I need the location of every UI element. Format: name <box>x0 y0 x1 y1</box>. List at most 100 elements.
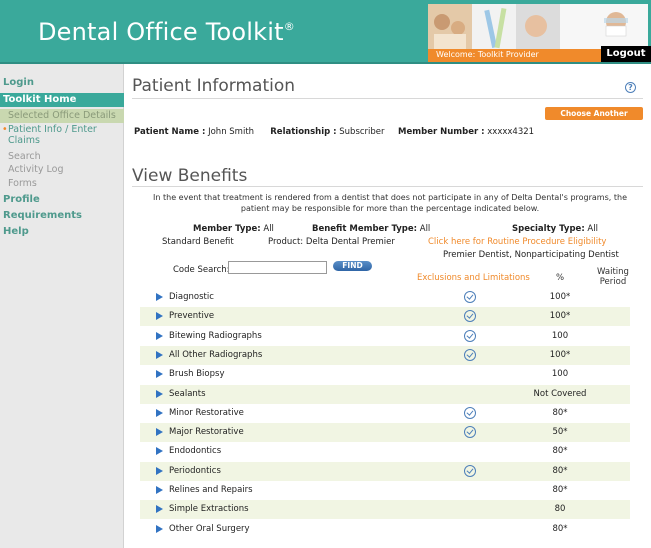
code-search-input[interactable] <box>228 261 327 274</box>
expand-arrow-icon[interactable] <box>156 466 163 475</box>
table-row[interactable]: Preventive 100* <box>140 307 630 327</box>
table-row[interactable]: Endodontics 80* <box>140 442 630 461</box>
product-label: Product: Delta Dental Premier <box>268 237 395 247</box>
code-search-label: Code Search: <box>173 265 230 275</box>
sidebar-item-toolkit-home[interactable]: Toolkit Home <box>0 93 124 107</box>
expand-arrow-icon[interactable] <box>156 389 163 398</box>
coverage-percent: 100* <box>549 292 571 302</box>
sidebar-item-login[interactable]: Login <box>0 77 124 88</box>
expand-arrow-icon[interactable] <box>156 428 163 437</box>
col-header-exclusions: Exclusions and Limitations <box>417 273 530 283</box>
benefit-category-name[interactable]: Simple Extractions <box>169 504 249 514</box>
table-row[interactable]: Relines and Repairs 80* <box>140 481 630 500</box>
benefit-category-name[interactable]: Diagnostic <box>169 292 214 302</box>
exclusions-check-icon[interactable] <box>464 406 476 419</box>
benefit-category-name[interactable]: Brush Biopsy <box>169 369 224 379</box>
expand-arrow-icon[interactable] <box>156 486 163 494</box>
sidebar-item-search[interactable]: Search <box>0 151 124 162</box>
disclaimer-text: In the event that treatment is rendered … <box>153 193 627 213</box>
benefit-category-name[interactable]: Other Oral Surgery <box>169 524 250 534</box>
benefit-category-name[interactable]: Minor Restorative <box>169 408 244 418</box>
member-type-label: Member Type: <box>193 224 261 234</box>
sidebar-item-patient-info[interactable]: • Patient Info / Enter Claims <box>0 124 124 146</box>
coverage-percent: 100* <box>549 349 571 360</box>
logout-button[interactable]: Logout <box>601 46 651 62</box>
choose-another-patient-button[interactable]: Choose Another Patient <box>545 107 643 131</box>
exclusions-check-icon[interactable] <box>464 348 476 361</box>
exclusions-check-icon[interactable] <box>464 329 476 342</box>
table-row[interactable]: Other Oral Surgery 80* <box>140 520 630 539</box>
specialty-type-value: All <box>587 224 598 234</box>
sidebar-item-patient-info-label: Patient Info / Enter Claims <box>8 124 97 146</box>
table-row[interactable]: All Other Radiographs 100* <box>140 345 630 365</box>
exclusions-check-icon[interactable] <box>464 310 476 323</box>
coverage-percent: 50* <box>552 427 568 438</box>
sidebar-item-selected-office-details[interactable]: Selected Office Details <box>0 109 124 123</box>
member-type-value: All <box>263 224 274 234</box>
sidebar-item-requirements[interactable]: Requirements <box>0 210 124 221</box>
expand-arrow-icon[interactable] <box>156 312 163 321</box>
sidebar-item-forms[interactable]: Forms <box>0 178 124 189</box>
patient-summary: Patient Name : John Smith Relationship :… <box>134 127 534 137</box>
expand-arrow-icon[interactable] <box>156 350 163 359</box>
benefit-category-name[interactable]: Periodontics <box>169 466 221 476</box>
relationship-label: Relationship : <box>270 127 337 137</box>
coverage-percent: 80* <box>552 523 568 534</box>
table-row[interactable]: Periodontics 80* <box>140 461 630 481</box>
member-number-value: xxxxx4321 <box>487 127 535 137</box>
benefit-member-type-value: All <box>419 224 431 234</box>
coverage-percent: 100 <box>551 369 569 380</box>
benefit-category-name[interactable]: Sealants <box>169 389 206 399</box>
member-number-label: Member Number : <box>398 127 485 137</box>
table-row[interactable]: Diagnostic 100* <box>140 288 630 307</box>
expand-arrow-icon[interactable] <box>156 370 163 379</box>
page-title: Patient Information <box>132 76 296 96</box>
coverage-percent: Not Covered <box>533 388 587 399</box>
coverage-percent: 100 <box>551 330 569 341</box>
specialty-type-label: Specialty Type: <box>512 224 585 234</box>
table-row[interactable]: Simple Extractions 80 <box>140 500 630 520</box>
find-button[interactable]: FIND <box>333 261 372 271</box>
app-title-text: Dental Office Toolkit <box>38 18 284 46</box>
coverage-percent: 80* <box>552 407 568 418</box>
header-photo-strip <box>428 4 648 52</box>
expand-arrow-icon[interactable] <box>156 505 163 514</box>
table-row[interactable]: Bitewing Radiographs 100 <box>140 327 630 346</box>
col-header-waiting-period: Waiting Period <box>597 267 629 287</box>
exclusions-check-icon[interactable] <box>464 426 476 439</box>
coverage-percent: 100* <box>549 311 571 322</box>
network-label: Premier Dentist, Nonparticipating Dentis… <box>443 250 619 260</box>
benefit-category-name[interactable]: Preventive <box>169 311 214 321</box>
routine-eligibility-link[interactable]: Click here for Routine Procedure Eligibi… <box>428 237 606 247</box>
benefit-category-name[interactable]: Major Restorative <box>169 427 244 437</box>
table-row[interactable]: Minor Restorative 80* <box>140 404 630 423</box>
coverage-percent: 80 <box>554 504 566 515</box>
table-row[interactable]: Sealants Not Covered <box>140 384 630 404</box>
section-divider <box>132 186 643 187</box>
title-divider <box>132 98 643 99</box>
benefit-member-type: Benefit Member Type: All <box>312 224 430 234</box>
patient-name-label: Patient Name : <box>134 127 206 137</box>
help-icon[interactable]: ? <box>625 82 636 93</box>
expand-arrow-icon[interactable] <box>156 408 163 417</box>
benefit-category-name[interactable]: Bitewing Radiographs <box>169 331 262 341</box>
sidebar-item-activity-log[interactable]: Activity Log <box>0 164 124 175</box>
coverage-percent: 80* <box>552 446 568 457</box>
benefit-category-name[interactable]: Relines and Repairs <box>169 485 253 495</box>
expand-arrow-icon[interactable] <box>156 447 163 456</box>
expand-arrow-icon[interactable] <box>156 293 163 301</box>
benefit-category-name[interactable]: Endodontics <box>169 446 221 456</box>
section-title-view-benefits: View Benefits <box>132 166 248 186</box>
sidebar-item-help[interactable]: Help <box>0 226 124 237</box>
welcome-text: Welcome: Toolkit Provider <box>436 50 539 59</box>
dentist-photo <box>560 4 648 52</box>
benefit-category-name[interactable]: All Other Radiographs <box>169 350 262 360</box>
exclusions-check-icon[interactable] <box>464 291 476 303</box>
table-row[interactable]: Brush Biopsy 100 <box>140 365 630 384</box>
exclusions-check-icon[interactable] <box>464 464 476 477</box>
sidebar-item-profile[interactable]: Profile <box>0 194 124 205</box>
expand-arrow-icon[interactable] <box>156 331 163 340</box>
table-row[interactable]: Major Restorative 50* <box>140 423 630 443</box>
patient-name-value: John Smith <box>208 127 255 137</box>
expand-arrow-icon[interactable] <box>156 524 163 533</box>
